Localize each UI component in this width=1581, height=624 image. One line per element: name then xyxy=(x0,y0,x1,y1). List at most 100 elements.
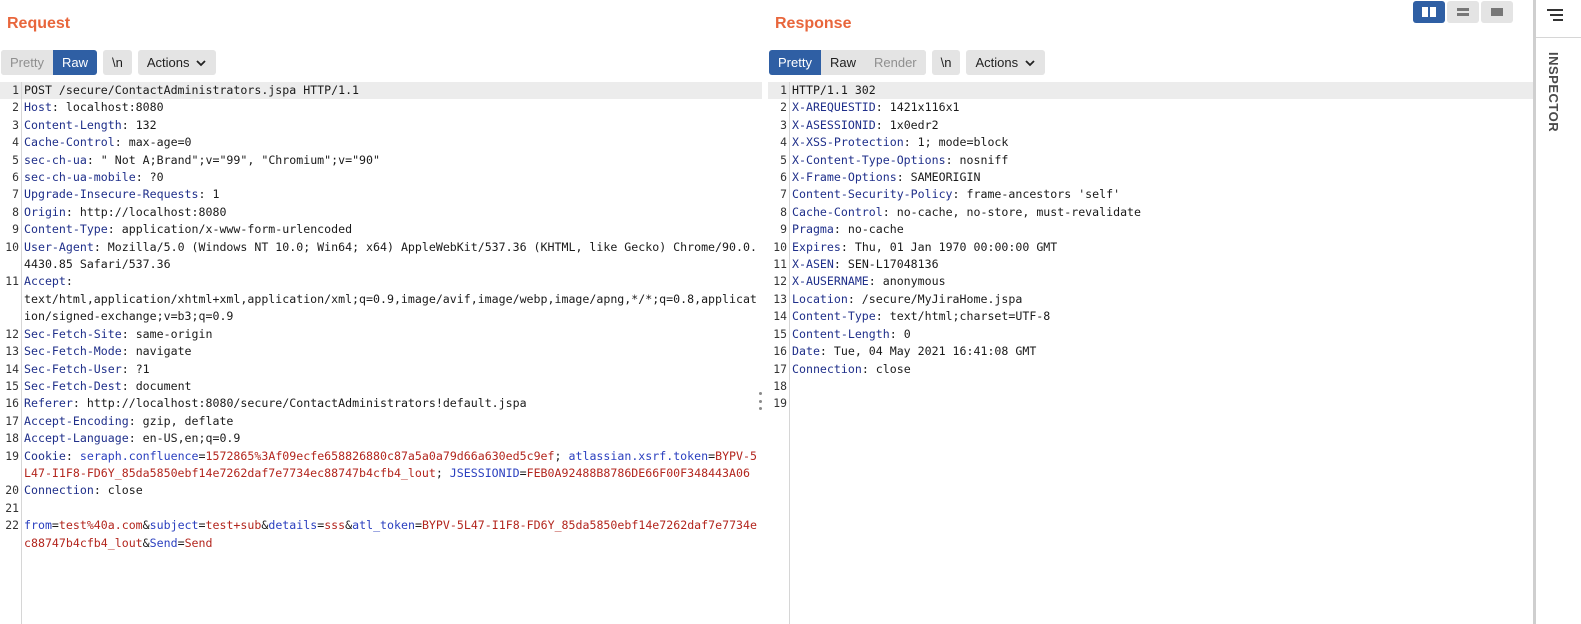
pane-resize-handle[interactable] xyxy=(758,392,762,410)
line-content: Cache-Control: no-cache, no-store, must-… xyxy=(792,204,1142,219)
response-actions-button[interactable]: Actions xyxy=(966,50,1046,75)
line-content: Accept-Language: en-US,en;q=0.9 xyxy=(24,431,241,446)
body-param-value: sss xyxy=(324,518,346,533)
line-number: 15 xyxy=(5,378,19,393)
request-view-toggle: Pretty Raw xyxy=(1,50,97,75)
line-content: Cookie: seraph.confluence=1572865%3Af09e… xyxy=(24,448,757,480)
header-name: X-Frame-Options xyxy=(792,170,897,185)
line-number: 2 xyxy=(12,100,19,115)
response-line: 3 X-ASESSIONID: 1x0edr2 xyxy=(768,117,1533,134)
line-number: 8 xyxy=(12,204,19,219)
header-value: en-US,en;q=0.9 xyxy=(135,431,241,446)
line-content: Accept-Encoding: gzip, deflate xyxy=(24,413,234,428)
start-line: POST /secure/ContactAdministrators.jspa … xyxy=(24,83,360,97)
header-name: Content-Length xyxy=(24,117,122,132)
header-name: Content-Length xyxy=(792,326,890,341)
line-content: X-Frame-Options: SAMEORIGIN xyxy=(792,170,981,185)
request-toolbar: Pretty Raw \n Actions xyxy=(1,50,217,75)
request-line: 4 Cache-Control: max-age=0 xyxy=(0,134,762,151)
response-line: 11 X-ASEN: SEN-L17048136 xyxy=(768,256,1533,273)
gutter-divider xyxy=(21,82,22,624)
header-value: /secure/MyJiraHome.jspa xyxy=(854,291,1023,306)
layout-split-columns-button[interactable] xyxy=(1413,1,1445,23)
line-content: Sec-Fetch-Dest: document xyxy=(24,378,192,393)
header-value: nosniff xyxy=(952,152,1009,167)
line-number: 6 xyxy=(780,170,787,185)
line-content: from=test%40a.com&subject=test+sub&detai… xyxy=(24,518,757,550)
header-name: Cache-Control xyxy=(24,135,115,150)
line-content xyxy=(20,500,762,517)
line-number: 10 xyxy=(5,239,19,254)
line-content: Pragma: no-cache xyxy=(792,222,904,237)
line-number: 7 xyxy=(780,187,787,202)
request-line: 13 Sec-Fetch-Mode: navigate xyxy=(0,343,762,360)
header-value: http://localhost:8080/secure/ContactAdmi… xyxy=(79,396,527,411)
body-param-name: from xyxy=(24,518,52,533)
layout-single-pane-button[interactable] xyxy=(1481,1,1513,23)
header-value: " Not A;Brand";v="99", "Chromium";v="90" xyxy=(93,152,380,167)
request-actions-button[interactable]: Actions xyxy=(137,50,217,75)
line-number: 13 xyxy=(5,344,19,359)
line-number: 4 xyxy=(780,135,787,150)
header-value: gzip, deflate xyxy=(135,413,234,428)
view-option-pretty-button[interactable]: Pretty xyxy=(1,50,53,75)
line-number: 17 xyxy=(773,361,787,376)
line-number: 9 xyxy=(780,222,787,237)
request-line: 9 Content-Type: application/x-www-form-ur… xyxy=(0,221,762,238)
view-option-render-button[interactable]: Render xyxy=(864,50,926,75)
request-line: 18 Accept-Language: en-US,en;q=0.9 xyxy=(0,430,762,447)
line-content: Content-Type: text/html;charset=UTF-8 xyxy=(792,309,1051,324)
line-content: sec-ch-ua-mobile: ?0 xyxy=(24,170,164,185)
header-name: X-Content-Type-Options xyxy=(792,152,946,167)
line-content: Connection: close xyxy=(24,483,143,498)
header-name: X-AREQUESTID xyxy=(792,100,876,115)
body-param-value: test%40a.com xyxy=(58,518,143,533)
response-newline-button[interactable]: \n xyxy=(931,50,961,75)
line-content: sec-ch-ua: " Not A;Brand";v="99", "Chrom… xyxy=(24,152,380,167)
chevron-down-icon xyxy=(196,59,207,66)
view-option-raw-button[interactable]: Raw xyxy=(52,50,97,75)
response-line: 9 Pragma: no-cache xyxy=(768,221,1533,238)
response-line: 4 X-XSS-Protection: 1; mode=block xyxy=(768,134,1533,151)
request-line: 1 POST /secure/ContactAdministrators.jspa… xyxy=(0,82,762,100)
line-number: 1 xyxy=(12,83,19,97)
line-content: Upgrade-Insecure-Requests: 1 xyxy=(24,187,220,202)
line-number: 1 xyxy=(780,83,787,97)
header-value: Thu, 01 Jan 1970 00:00:00 GMT xyxy=(847,239,1058,254)
response-line: 5 X-Content-Type-Options: nosniff xyxy=(768,152,1533,169)
line-content: HTTP/1.1 302 xyxy=(788,82,1533,99)
split-rows-icon xyxy=(1457,8,1469,16)
hamburger-menu-icon[interactable] xyxy=(1546,8,1564,22)
view-option-pretty-button[interactable]: Pretty xyxy=(769,50,821,75)
body-param-name: subject xyxy=(149,518,199,533)
line-content: Host: localhost:8080 xyxy=(24,100,164,115)
line-content: Content-Length: 0 xyxy=(792,326,911,341)
inspector-tab[interactable]: INSPECTOR xyxy=(1546,52,1561,132)
request-line: 6 sec-ch-ua-mobile: ?0 xyxy=(0,169,762,186)
request-line: 10 User-Agent: Mozilla/5.0 (Windows NT 10… xyxy=(0,239,762,274)
response-view-toggle: Pretty Raw Render xyxy=(769,50,926,75)
response-line: 13 Location: /secure/MyJiraHome.jspa xyxy=(768,291,1533,308)
view-option-raw-button[interactable]: Raw xyxy=(820,50,865,75)
body-param-name: details xyxy=(268,518,318,533)
handle-dot xyxy=(758,399,762,403)
request-line: 22 from=test%40a.com&subject=test+sub&det… xyxy=(0,517,762,552)
line-content: Sec-Fetch-Site: same-origin xyxy=(24,326,213,341)
request-line: 2 Host: localhost:8080 xyxy=(0,99,762,116)
header-name: Cookie xyxy=(24,448,66,463)
header-name: Accept-Encoding xyxy=(24,413,129,428)
line-number: 19 xyxy=(5,448,19,463)
header-name: sec-ch-ua-mobile xyxy=(24,170,136,185)
request-editor[interactable]: 1 POST /secure/ContactAdministrators.jspa… xyxy=(0,82,762,624)
header-value: document xyxy=(128,378,192,393)
layout-split-rows-button[interactable] xyxy=(1447,1,1479,23)
body-param-value: test+sub xyxy=(205,518,262,533)
response-editor[interactable]: 1 HTTP/1.1 302 2 X-AREQUESTID: 1421x116x1 3 X… xyxy=(768,82,1533,624)
header-value: ?0 xyxy=(142,170,164,185)
actions-label: Actions xyxy=(975,55,1019,70)
chevron-down-icon xyxy=(1025,59,1035,66)
header-name: Host xyxy=(24,100,52,115)
request-line: 11 Accept: text/html,application/xhtml+xm… xyxy=(0,273,762,325)
request-newline-button[interactable]: \n xyxy=(102,50,132,75)
cookie-value: 1572865%3Af09ecfe658826880c87a5a0a79d66a… xyxy=(205,448,555,463)
